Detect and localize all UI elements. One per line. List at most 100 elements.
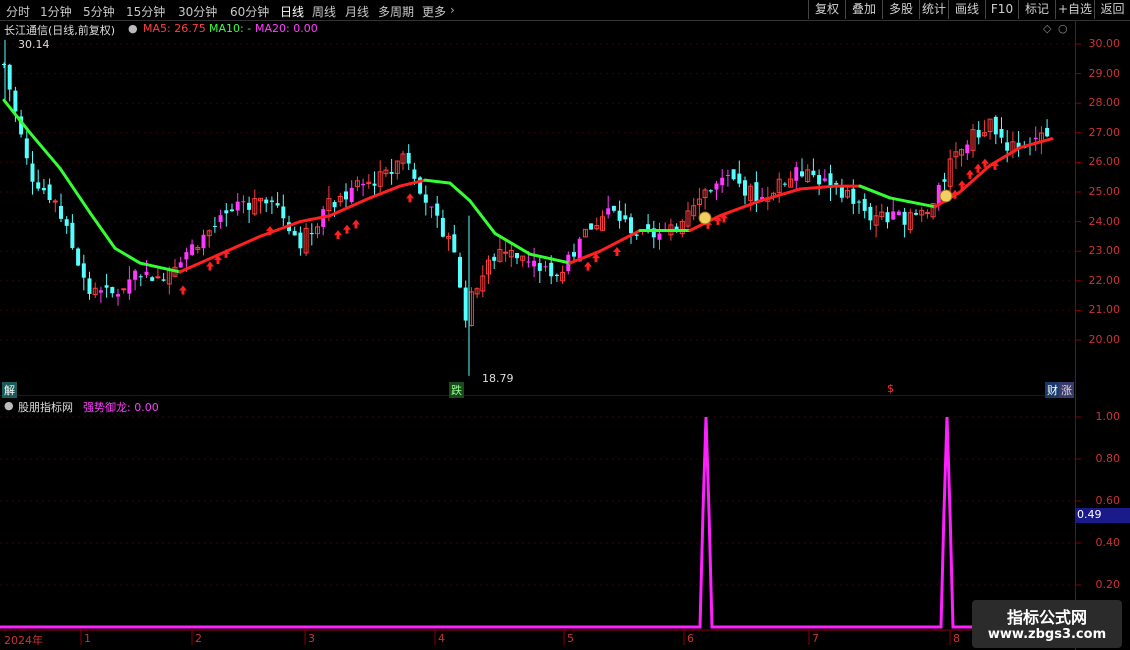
ma-line-segment	[888, 196, 937, 209]
candle-body	[104, 285, 109, 288]
candle-body	[133, 270, 138, 280]
date-tick-label: 8	[953, 632, 960, 645]
candle-body	[503, 251, 509, 254]
price-tick-label: 22.00	[1088, 273, 1121, 287]
candle-body	[611, 205, 616, 211]
candle-body	[452, 234, 457, 253]
candle-body	[212, 225, 217, 227]
buy-arrow-icon	[334, 230, 342, 240]
candle-body	[554, 274, 559, 276]
ma20-label: MA20: 0.00	[255, 22, 318, 35]
candle-body	[155, 276, 161, 279]
event-tag-cai[interactable]: 财	[1045, 382, 1060, 398]
candle-body	[1033, 137, 1038, 140]
candle-body	[515, 252, 519, 259]
candle-body	[725, 174, 730, 176]
price-tick-label: 30.00	[1088, 37, 1121, 50]
price-tick-label: 26.00	[1088, 155, 1121, 169]
watermark: 指标公式网 www.zbgs3.com	[972, 600, 1122, 648]
ma-line-segment	[448, 181, 472, 203]
candle-body	[389, 171, 394, 174]
settings-circle-icon[interactable]: ●	[128, 22, 138, 35]
candle-body	[59, 205, 63, 219]
candle-body	[76, 248, 81, 266]
candle-body	[606, 208, 611, 215]
money-bag-icon	[939, 189, 953, 203]
indicator-tick-label: 0.80	[1095, 452, 1121, 465]
date-tick-label: 4	[438, 632, 445, 645]
candle-body	[976, 129, 981, 138]
event-tag-jie[interactable]: 解	[2, 382, 17, 398]
candle-body	[110, 287, 115, 294]
candle-body	[41, 187, 46, 191]
candle-body	[127, 279, 132, 294]
candle-body	[361, 183, 366, 186]
candle-body	[121, 288, 127, 291]
candle-body	[230, 209, 234, 212]
price-tick-label: 21.00	[1088, 303, 1121, 317]
candle-body	[839, 186, 844, 198]
watermark-url: www.zbgs3.com	[987, 627, 1107, 642]
candle-body	[885, 212, 890, 223]
kline-chart[interactable]	[0, 0, 1130, 650]
event-tag-zhang[interactable]: 涨	[1059, 382, 1074, 398]
candle-body	[965, 144, 970, 154]
diamond-icon[interactable]: ◇	[1043, 22, 1051, 35]
date-tick-label: 3	[308, 632, 315, 645]
candle-body	[942, 179, 947, 182]
candle-body	[64, 219, 69, 226]
candle-body	[47, 184, 52, 201]
date-tick-label: 5	[567, 632, 574, 645]
ma-line-segment	[28, 131, 62, 170]
candle-body	[868, 206, 873, 221]
candle-body	[372, 183, 377, 186]
buy-arrow-icon	[206, 261, 214, 271]
more-circle-icon[interactable]: ○	[1058, 22, 1068, 35]
candle-body	[98, 290, 103, 293]
date-tick-label: 6	[687, 632, 694, 645]
candle-body	[862, 198, 867, 211]
price-tick-label: 23.00	[1088, 244, 1121, 258]
candle-body	[201, 234, 206, 249]
candle-body	[629, 217, 633, 234]
candle-body	[36, 182, 41, 189]
candle-body	[589, 223, 594, 230]
candle-body	[435, 203, 440, 216]
candle-body	[851, 188, 856, 204]
candle-body	[549, 262, 554, 277]
candle-body	[332, 202, 337, 208]
event-tag-dollar[interactable]: $	[885, 382, 896, 395]
candle-body	[993, 116, 998, 135]
candle-body	[275, 203, 280, 206]
watermark-title: 指标公式网	[1006, 608, 1087, 627]
candle-body	[526, 261, 531, 263]
indicator-tick-label: 0.20	[1095, 578, 1121, 591]
price-tick-label: 29.00	[1088, 66, 1121, 80]
ma10-label: MA10: -	[209, 22, 252, 35]
axis-separator	[1075, 20, 1076, 650]
buy-arrow-icon	[343, 224, 351, 234]
event-tag-die[interactable]: 跌	[449, 382, 464, 398]
candle-body	[412, 169, 417, 179]
stock-title: 长江通信(日线,前复权)	[4, 24, 116, 37]
indicator-source: 股朋指标网	[18, 401, 73, 414]
candle-body	[492, 256, 497, 261]
candle-body	[532, 260, 537, 267]
candle-body	[811, 170, 816, 176]
ma-line-segment	[298, 214, 332, 224]
ma-line-segment	[598, 228, 642, 253]
buy-arrow-icon	[179, 285, 187, 295]
money-bag-icon	[698, 211, 712, 225]
candle-body	[902, 211, 907, 225]
candle-body	[87, 278, 92, 294]
candle-body	[218, 215, 223, 223]
candle-body	[822, 178, 827, 181]
candle-body	[24, 138, 29, 159]
settings-circle-icon[interactable]: ●	[4, 399, 14, 412]
candle-body	[731, 169, 736, 180]
candle-body	[463, 287, 468, 321]
candle-body	[281, 206, 286, 219]
candle-body	[657, 233, 662, 240]
candle-body	[7, 64, 12, 90]
ma-line-segment	[958, 163, 992, 194]
